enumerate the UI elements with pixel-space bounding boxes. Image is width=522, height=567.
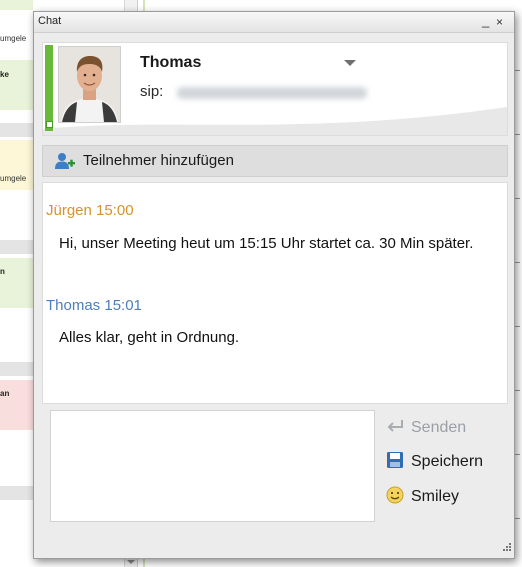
bg-row-separator [0, 123, 33, 137]
send-label: Senden [411, 419, 467, 436]
message-text: Alles klar, geht in Ordnung. [59, 329, 240, 346]
bg-row-block [0, 258, 33, 308]
contact-name[interactable]: Thomas [140, 54, 201, 72]
smiley-button[interactable]: Smiley [385, 486, 459, 506]
minimize-button[interactable]: _ [482, 13, 489, 29]
save-button[interactable]: Speichern [385, 451, 483, 471]
bg-row-block [0, 380, 33, 430]
bg-row-separator [0, 486, 33, 500]
chat-titlebar[interactable]: Chat _ × [34, 12, 514, 33]
add-participants-button[interactable]: Teilnehmer hinzufügen [42, 145, 508, 177]
scroll-down-arrow-icon[interactable] [127, 560, 135, 564]
message-sender: Jürgen 15:00 [46, 202, 134, 219]
contact-sip-label: sip: [140, 83, 164, 100]
bg-row-separator [0, 362, 33, 376]
presence-dot [46, 121, 53, 128]
message-history: Jürgen 15:00 Hi, unser Meeting heut um 1… [42, 182, 508, 404]
message-text: Hi, unser Meeting heut um 15:15 Uhr star… [59, 235, 474, 252]
message-input[interactable] [50, 410, 375, 522]
bg-row-label: umgele [0, 34, 27, 43]
save-label: Speichern [411, 453, 484, 470]
resize-grip-icon[interactable] [500, 540, 512, 552]
send-button[interactable]: Senden [385, 417, 466, 437]
send-arrow-icon [387, 420, 403, 432]
contact-card: Thomas sip: [42, 42, 508, 136]
avatar [58, 46, 121, 123]
floppy-disk-icon [387, 452, 403, 468]
smiley-icon [386, 486, 404, 504]
bg-row-block [0, 0, 33, 10]
bg-row-block [0, 60, 33, 110]
window-title: Chat [38, 15, 62, 27]
bg-row-separator [0, 240, 33, 254]
bg-row-label: an [0, 389, 10, 398]
chat-window: Chat _ × Thomas sip: Teilnehmer hinzufüg… [33, 11, 515, 559]
bg-row-label: n [0, 267, 5, 276]
contact-dropdown-icon[interactable] [344, 60, 356, 66]
close-button[interactable]: × [496, 14, 503, 30]
add-participants-label: Teilnehmer hinzufügen [83, 152, 234, 169]
avatar-photo [59, 47, 120, 122]
presence-indicator [45, 45, 53, 131]
smiley-label: Smiley [411, 488, 460, 505]
bg-row-label: umgele [0, 174, 27, 183]
message-sender: Thomas 15:01 [46, 297, 142, 314]
add-person-icon [55, 153, 75, 169]
bg-row-label: ke [0, 70, 9, 79]
sip-address-redacted [177, 87, 367, 99]
